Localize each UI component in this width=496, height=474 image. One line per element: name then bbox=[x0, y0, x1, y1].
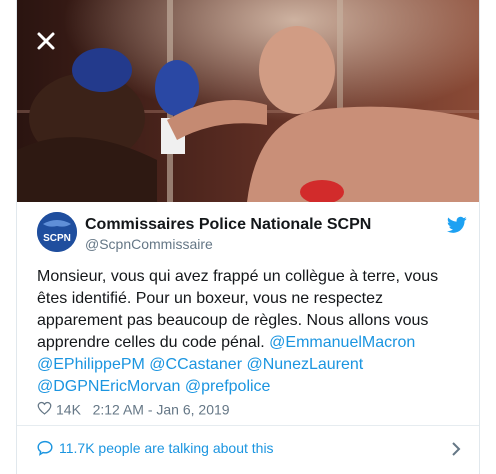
tweet-text-line: @EPhilippePM @CCastaner @NunezLaurent bbox=[37, 354, 467, 376]
mention-link[interactable]: @prefpolice bbox=[185, 378, 271, 395]
author-name[interactable]: Commissaires Police Nationale SCPN bbox=[85, 216, 371, 234]
tweet-text-line: êtes identifié. Pour un boxeur, vous ne … bbox=[37, 290, 383, 307]
avatar-text: SCPN bbox=[43, 233, 71, 244]
tweet-meta: 14K 2:12 AM - Jan 6, 2019 bbox=[37, 400, 230, 420]
mention-link[interactable]: @EmmanuelMacron bbox=[269, 334, 415, 351]
scpn-logo-icon: SCPN bbox=[37, 212, 77, 252]
conversation-link[interactable]: 11.7K people are talking about this bbox=[37, 440, 461, 460]
mention-link[interactable]: @EPhilippePM bbox=[37, 356, 145, 373]
mention-link[interactable]: @DGPNEricMorvan bbox=[37, 378, 180, 395]
tweet-text-line: @DGPNEricMorvan @prefpolice bbox=[37, 376, 467, 398]
divider bbox=[17, 425, 479, 426]
tweet-card: SCPN Commissaires Police Nationale SCPN … bbox=[16, 0, 480, 474]
tweet-text-line: apparement pas beaucoup de règles. Nous … bbox=[37, 312, 429, 329]
conversation-text[interactable]: 11.7K people are talking about this bbox=[59, 440, 274, 456]
tweet-header: SCPN Commissaires Police Nationale SCPN … bbox=[37, 212, 467, 260]
boxing-photo bbox=[17, 0, 479, 202]
tweet-text-segment: apprendre celles du code pénal. bbox=[37, 334, 265, 351]
avatar[interactable]: SCPN bbox=[37, 212, 77, 252]
like-count[interactable]: 14K bbox=[56, 401, 81, 417]
mention-link[interactable]: @NunezLaurent bbox=[246, 356, 363, 373]
tweet-text-line: Monsieur, vous qui avez frappé un collèg… bbox=[37, 268, 439, 285]
speech-bubble-icon bbox=[37, 440, 53, 456]
tweet-text: Monsieur, vous qui avez frappé un collèg… bbox=[37, 266, 467, 398]
heart-icon[interactable] bbox=[37, 401, 52, 415]
tweet-text-line: apprendre celles du code pénal. @Emmanue… bbox=[37, 332, 467, 354]
tweet-media-image[interactable] bbox=[17, 0, 479, 202]
tweet-timestamp[interactable]: 2:12 AM - Jan 6, 2019 bbox=[93, 401, 230, 417]
twitter-bird-icon[interactable] bbox=[447, 216, 467, 234]
chevron-right-icon[interactable] bbox=[451, 442, 461, 456]
close-icon bbox=[37, 32, 55, 50]
mention-link[interactable]: @CCastaner bbox=[149, 356, 242, 373]
close-button[interactable] bbox=[31, 26, 61, 56]
author-handle[interactable]: @ScpnCommissaire bbox=[85, 236, 213, 252]
